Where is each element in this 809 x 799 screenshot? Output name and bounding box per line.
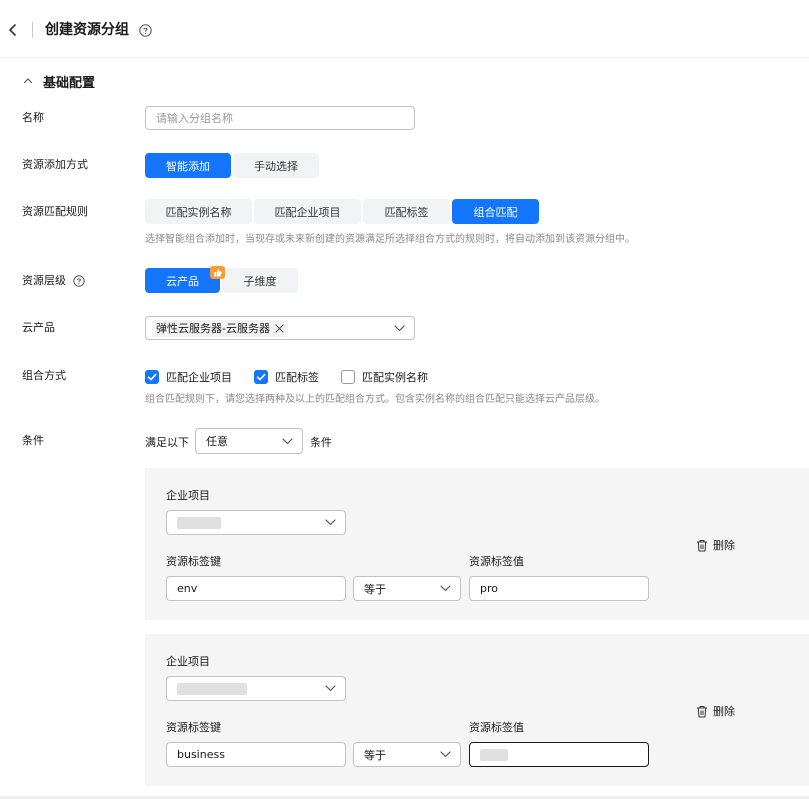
combination-label: 组合方式	[22, 369, 66, 382]
delete-rule-label: 删除	[713, 705, 735, 718]
name-input-placeholder: 请输入分组名称	[156, 112, 233, 125]
checkbox-instance-name[interactable]	[341, 369, 355, 384]
chevron-down-icon	[325, 519, 336, 526]
level-cloud-product-button[interactable]: 云产品	[145, 266, 225, 293]
combination-checkbox-group: 匹配企业项目 匹配标签 匹配实例名称	[145, 369, 450, 384]
add-method-smart-button[interactable]: 智能添加	[145, 153, 231, 178]
check-icon	[147, 373, 157, 380]
chevron-down-icon	[325, 685, 336, 692]
page-title: 创建资源分组	[45, 22, 129, 38]
recommend-thumb-icon	[210, 266, 225, 279]
match-rule-label: 资源匹配规则	[22, 205, 88, 218]
tag-key-label: 资源标签键	[166, 555, 221, 568]
condition-mode-value: 任意	[206, 435, 228, 448]
section-toggle-basic-config[interactable]: 基础配置	[22, 72, 96, 91]
operator-value: 等于	[364, 748, 386, 762]
help-icon[interactable]	[73, 275, 85, 287]
blurred-value	[480, 748, 508, 761]
name-input[interactable]: 请输入分组名称	[145, 106, 415, 130]
condition-rule-panel: 企业项目 资源标签键 资源标签值 env 等于 pro 删除	[145, 468, 809, 620]
delete-rule-button[interactable]: 删除	[696, 703, 735, 719]
condition-mode-select[interactable]: 任意	[195, 428, 303, 454]
chevron-down-icon	[282, 438, 293, 445]
enterprise-project-select[interactable]	[166, 510, 346, 535]
enterprise-project-label: 企业项目	[166, 655, 210, 668]
checkbox-tag-label: 匹配标签	[275, 370, 319, 384]
page-header: 创建资源分组	[0, 0, 809, 58]
tag-key-value: env	[177, 582, 198, 595]
checkbox-enterprise-project[interactable]	[145, 369, 159, 384]
chevron-down-icon	[440, 751, 451, 758]
tag-key-label: 资源标签键	[166, 721, 221, 734]
match-rule-hint: 选择智能组合添加时，当现存或未来新创建的资源满足所选择组合方式的规则时，将自动添…	[145, 234, 635, 245]
back-arrow-icon[interactable]	[6, 22, 20, 38]
tag-value-input[interactable]	[469, 742, 649, 767]
add-method-segmented: 智能添加 手动选择	[145, 153, 319, 178]
match-rule-combined-button[interactable]: 组合匹配	[452, 199, 539, 224]
cloud-product-select[interactable]: 弹性云服务器-云服务器	[145, 316, 415, 340]
blurred-value	[177, 682, 247, 695]
combination-hint: 组合匹配规则下，请您选择两种及以上的匹配组合方式。包含实例名称的组合匹配只能选择…	[145, 394, 605, 405]
resource-level-segmented: 云产品 子维度	[145, 266, 298, 293]
condition-prefix: 满足以下	[145, 436, 189, 449]
add-method-manual-button[interactable]: 手动选择	[233, 153, 319, 178]
blurred-value	[177, 516, 221, 529]
chevron-down-icon	[394, 325, 405, 332]
level-cloud-product-label: 云产品	[166, 274, 199, 288]
chevron-up-icon	[23, 78, 33, 84]
operator-select[interactable]: 等于	[353, 576, 461, 601]
trash-icon	[697, 705, 707, 717]
condition-label: 条件	[22, 434, 44, 447]
resource-level-label: 资源层级	[22, 274, 66, 287]
tag-value-input[interactable]: pro	[469, 576, 649, 601]
level-sub-dimension-button[interactable]: 子维度	[222, 268, 298, 293]
section-title: 基础配置	[43, 75, 96, 91]
help-icon[interactable]	[139, 24, 152, 37]
operator-select[interactable]: 等于	[353, 742, 461, 767]
tag-value-value: pro	[480, 582, 498, 595]
resource-level-label-group: 资源层级	[22, 274, 85, 288]
add-method-label: 资源添加方式	[22, 158, 88, 171]
close-icon[interactable]	[275, 323, 284, 333]
tag-key-value: business	[177, 748, 225, 761]
trash-icon	[697, 539, 707, 551]
enterprise-project-select[interactable]	[166, 676, 346, 701]
match-rule-enterprise-project-button[interactable]: 匹配企业项目	[254, 199, 361, 224]
chevron-down-icon	[440, 585, 451, 592]
delete-rule-label: 删除	[713, 539, 735, 552]
tag-key-input[interactable]: business	[166, 742, 346, 767]
condition-suffix: 条件	[310, 436, 332, 449]
checkbox-enterprise-project-label: 匹配企业项目	[166, 370, 232, 384]
condition-rule-panel: 企业项目 资源标签键 资源标签值 business 等于 删除	[145, 634, 809, 786]
selected-tag-label: 弹性云服务器-云服务器	[156, 322, 270, 335]
tag-key-input[interactable]: env	[166, 576, 346, 601]
operator-value: 等于	[364, 582, 386, 596]
match-rule-tag-button[interactable]: 匹配标签	[363, 199, 450, 224]
tag-value-label: 资源标签值	[469, 555, 524, 568]
checkbox-tag[interactable]	[254, 369, 268, 384]
selected-tag: 弹性云服务器-云服务器	[152, 319, 288, 337]
match-rule-segmented: 匹配实例名称 匹配企业项目 匹配标签 组合匹配	[145, 199, 539, 224]
cloud-product-label: 云产品	[22, 321, 55, 334]
check-icon	[256, 373, 266, 380]
enterprise-project-label: 企业项目	[166, 489, 210, 502]
header-divider	[32, 22, 33, 38]
checkbox-instance-name-label: 匹配实例名称	[362, 370, 428, 384]
delete-rule-button[interactable]: 删除	[696, 537, 735, 553]
match-rule-instance-name-button[interactable]: 匹配实例名称	[145, 199, 252, 224]
tag-value-label: 资源标签值	[469, 721, 524, 734]
name-label: 名称	[22, 111, 44, 124]
